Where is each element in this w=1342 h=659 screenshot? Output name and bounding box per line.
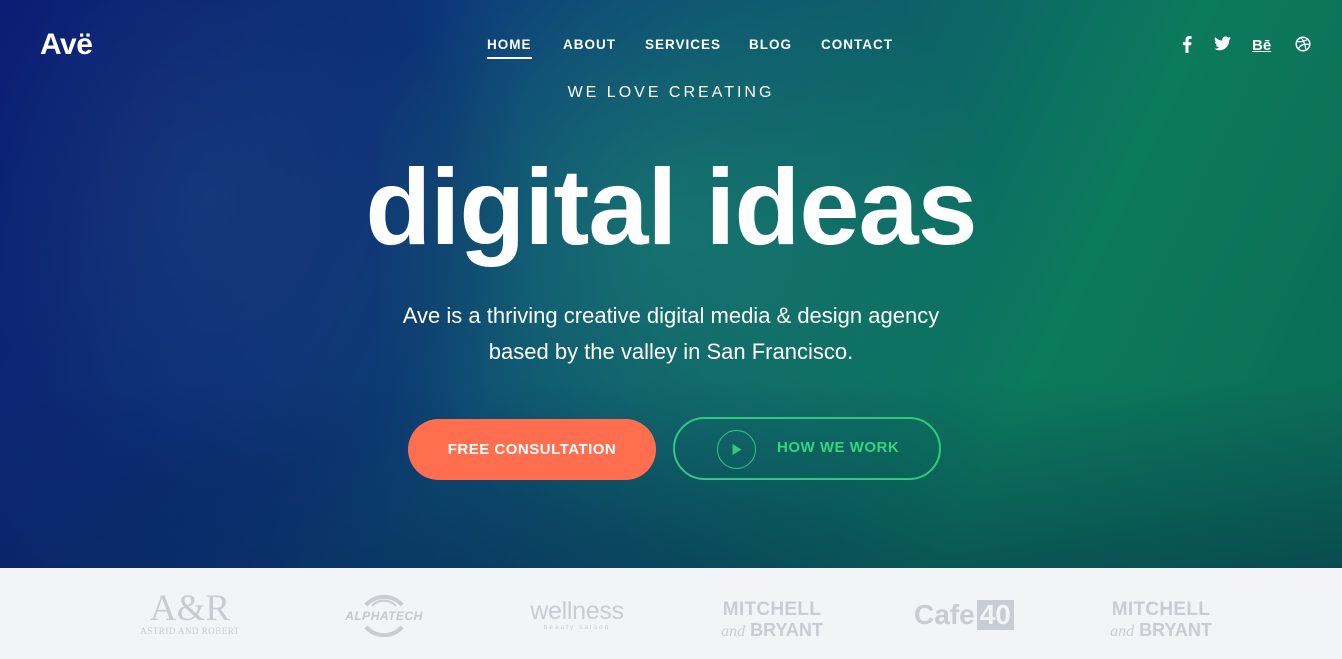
client-logo-mb-name: BRYANT [750,620,823,640]
hero-headline: digital ideas [365,146,977,267]
client-logo-mb2-line-1: MITCHELL [1111,599,1211,620]
how-we-work-button[interactable]: HOW WE WORK [673,417,941,480]
play-icon [717,430,756,469]
client-logo-cafe-number: 40 [976,600,1014,630]
hero-eyebrow: WE LOVE CREATING [567,84,775,101]
nav-item-contact[interactable]: CONTACT [821,37,893,52]
nav-item-blog[interactable]: BLOG [749,37,792,52]
client-logo-mb2-name: BRYANT [1139,620,1212,640]
facebook-icon[interactable] [1182,36,1192,56]
client-logo-cafe-40: Cafe 40 [914,599,1014,631]
client-logo-mb-line-2: and BRYANT [720,620,824,642]
client-logo-mb-line-1: MITCHELL [722,599,822,620]
client-logo-ar-caption: ASTRID AND ROBERT [140,626,240,636]
hero-subtext-line-1: Ave is a thriving creative digital media… [402,303,940,328]
client-logo-mb-and: and [721,623,746,640]
main-nav: HOME ABOUT SERVICES BLOG CONTACT [0,37,1342,59]
client-logo-ar-mark: A&R [149,588,231,629]
hero-section: Avë HOME ABOUT SERVICES BLOG CONTACT Bē … [0,0,1342,568]
client-logo-alphatech-text: ALPHATECH [345,609,423,623]
client-logo-mb2-and: and [1110,623,1135,640]
behance-icon[interactable]: Bē [1252,37,1271,57]
client-logo-wellness: wellness beauty saloon [525,598,629,631]
client-logo-mb2-line-2: and BRYANT [1109,620,1213,642]
nav-item-about[interactable]: ABOUT [563,37,616,52]
nav-item-home[interactable]: HOME [487,37,532,59]
hero-overlay-bottom [0,380,1342,568]
client-logo-wellness-caption: beauty saloon [543,624,611,631]
client-logo-astrid-robert: A&R ASTRID AND ROBERT [138,588,242,636]
twitter-icon[interactable] [1214,36,1231,56]
client-logo-cafe-text: Cafe [914,599,975,630]
client-logo-wellness-mark: wellness [530,597,624,625]
client-logo-mitchell-bryant-2: MITCHELL and BRYANT [1109,599,1213,642]
client-logos-bar: A&R ASTRID AND ROBERT ALPHATECH wellness… [0,568,1342,659]
hero-subtext-line-2: based by the valley in San Francisco. [488,339,854,364]
free-consultation-button[interactable]: FREE CONSULTATION [408,419,656,480]
hero-subtext: Ave is a thriving creative digital media… [371,298,971,370]
nav-item-services[interactable]: SERVICES [645,37,721,52]
client-logo-mitchell-bryant: MITCHELL and BRYANT [720,599,824,642]
client-logo-alphatech: ALPHATECH [332,590,436,642]
dribbble-icon[interactable] [1295,36,1311,56]
how-we-work-label: HOW WE WORK [777,439,900,456]
